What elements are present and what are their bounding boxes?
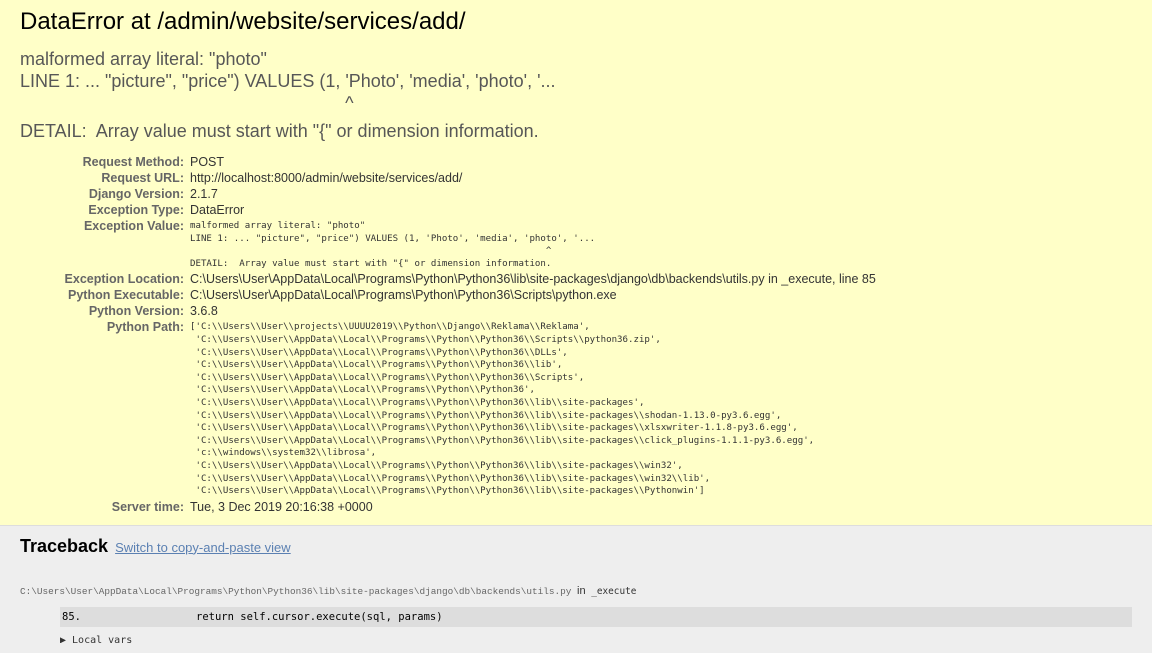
meta-label: Exception Location: [64, 272, 184, 287]
meta-value: 2.1.7 [190, 187, 218, 201]
meta-value: C:\Users\User\AppData\Local\Programs\Pyt… [190, 288, 617, 303]
local-vars-toggle[interactable]: ▶ Local vars [60, 635, 1132, 643]
frame-function: _execute [591, 585, 637, 597]
meta-value: Tue, 3 Dec 2019 20:16:38 +0000 [190, 499, 373, 514]
meta-label: Python Executable: [68, 288, 184, 303]
meta-row-request-method: Request Method: POST [20, 154, 876, 170]
meta-row-exception-type: Exception Type: DataError [20, 202, 876, 218]
exception-message-detail: DETAIL: Array value must start with "{" … [20, 121, 539, 141]
meta-label: Django Version: [88, 187, 184, 201]
error-summary: DataError at /admin/website/services/add… [0, 0, 1152, 526]
context-line[interactable]: 85. return self.cursor.execute(sql, param… [60, 606, 1132, 627]
request-meta-table: Request Method: POST Request URL: http:/… [20, 154, 876, 515]
context-line-code: return self.cursor.execute(sql, params) [196, 610, 443, 623]
meta-row-server-time: Server time: Tue, 3 Dec 2019 20:16:38 +0… [20, 499, 876, 515]
meta-row-exception-value: Exception Value: malformed array literal… [20, 218, 876, 271]
exception-message-line-2: LINE 1: ... "picture", "price") VALUES (… [20, 71, 556, 91]
frame-location: C:\Users\User\AppData\Local\Programs\Pyt… [20, 585, 1132, 597]
traceback-heading: Traceback Switch to copy-and-paste view [20, 536, 291, 557]
traceback-section: Traceback Switch to copy-and-paste view … [0, 525, 1152, 653]
meta-label: Server time: [111, 499, 184, 514]
exception-message-line-1: malformed array literal: "photo" [20, 49, 267, 69]
meta-row-python-path: Python Path: ['C:\\Users\\User\\projects… [20, 319, 876, 498]
meta-row-python-executable: Python Executable: C:\Users\User\AppData… [20, 287, 876, 303]
exception-message-caret: ^ [20, 93, 354, 113]
meta-label: Request URL: [101, 171, 184, 185]
meta-value: C:\Users\User\AppData\Local\Programs\Pyt… [190, 272, 876, 287]
meta-value: 3.6.8 [190, 304, 218, 319]
meta-label: Python Version: [88, 304, 184, 319]
meta-label: Exception Value: [83, 219, 184, 233]
meta-label: Python Path: [106, 320, 184, 335]
meta-value: POST [190, 155, 225, 169]
frame-in: in [577, 584, 586, 597]
meta-value: DataError [190, 203, 245, 217]
meta-row-python-version: Python Version: 3.6.8 [20, 303, 876, 319]
frame-file: C:\Users\User\AppData\Local\Programs\Pyt… [20, 585, 572, 597]
meta-label: Request Method: [82, 155, 184, 169]
meta-row-django-version: Django Version: 2.1.7 [20, 186, 876, 202]
meta-value: http://localhost:8000/admin/website/serv… [190, 171, 463, 185]
meta-value-pre: ['C:\\Users\\User\\projects\\UUUU2019\\P… [190, 322, 815, 497]
meta-label: Exception Type: [88, 203, 184, 217]
traceback-title: Traceback [20, 535, 109, 556]
context-line-number: 85. [62, 610, 81, 623]
meta-value-pre: malformed array literal: "photo" LINE 1:… [190, 221, 596, 269]
meta-row-exception-location: Exception Location: C:\Users\User\AppDat… [20, 271, 876, 287]
meta-row-request-url: Request URL: http://localhost:8000/admin… [20, 170, 876, 186]
switch-to-copy-paste-link[interactable]: Switch to copy-and-paste view [115, 540, 291, 555]
page-title: DataError at /admin/website/services/add… [20, 8, 466, 35]
